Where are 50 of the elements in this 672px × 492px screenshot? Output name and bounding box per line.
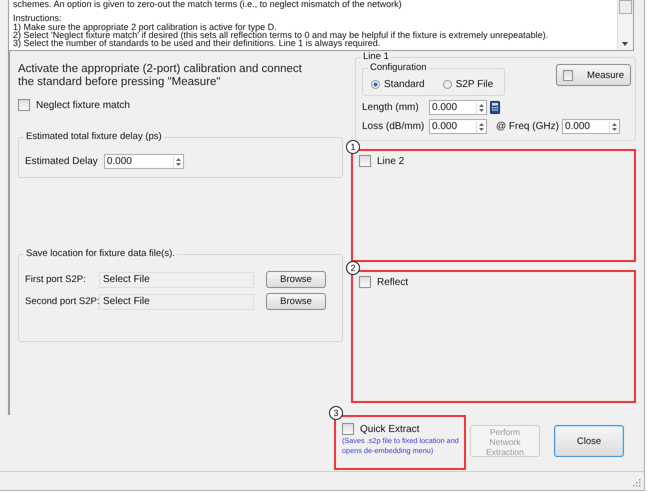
resize-grip-icon[interactable] — [633, 479, 641, 487]
checkbox-label: Neglect fixture match — [36, 100, 130, 110]
checkbox-label: Line 2 — [377, 156, 404, 166]
spin-arrows-icon[interactable] — [172, 156, 183, 168]
description-text-area[interactable] — [8, 0, 634, 51]
instruction-text: Activate the appropriate (2-port) calibration and connect the standard before pressing "Measure" — [18, 63, 303, 89]
radio-label: S2P File — [456, 79, 494, 90]
file-path-field[interactable]: Select File — [99, 272, 254, 288]
number-badge: 3 — [329, 406, 343, 420]
browse-button[interactable]: Browse — [266, 293, 326, 310]
description-line: 3) Select the number of standards to be used and their definitions. Line 1 is always required. — [13, 39, 380, 48]
description-line: schemes. An option is given to zero-out the match terms (i.e., to neglect mismatch of the network) — [13, 0, 403, 8]
description-line: Instructions: — [13, 14, 63, 23]
file-path-field[interactable]: Select File — [99, 294, 254, 310]
loss-spin-field[interactable]: 0.000 — [429, 119, 487, 134]
checkbox-label: Reflect — [377, 276, 408, 288]
spin-arrows-icon[interactable] — [476, 120, 486, 132]
radio-button[interactable] — [442, 80, 452, 89]
frequency-spin-field[interactable]: 0.000 — [562, 119, 620, 134]
field-label: Length (mm) — [362, 102, 420, 113]
field-label: Second port S2P: — [25, 296, 99, 307]
measure-button[interactable]: Measure — [556, 64, 631, 86]
field-label: Estimated Delay — [25, 156, 98, 167]
radio-label: Standard — [384, 79, 425, 90]
spin-arrows-icon[interactable] — [476, 102, 486, 114]
checkbox[interactable] — [18, 99, 30, 111]
group-title: Line 1 — [361, 51, 391, 62]
description-line: 1) Make sure the appropriate 2 port calibration is active for type D. — [13, 22, 278, 31]
checkbox[interactable] — [359, 276, 371, 288]
radio-button[interactable] — [371, 80, 380, 89]
calculator-icon[interactable] — [490, 101, 500, 114]
close-button[interactable]: Close — [554, 425, 624, 457]
delay-spin-field[interactable]: 0.000 — [104, 154, 184, 169]
field-label: Loss (dB/mm) — [362, 121, 426, 132]
group-title: Estimated total fixture delay (ps) — [24, 131, 164, 142]
length-spin-field[interactable]: 0.000 — [429, 100, 487, 115]
number-badge: 2 — [346, 261, 360, 275]
scroll-down-arrow-icon[interactable] — [622, 42, 628, 46]
scrollbar[interactable] — [617, 0, 633, 50]
checkbox-label: Quick Extract — [360, 424, 420, 434]
spin-arrows-icon[interactable] — [608, 120, 619, 132]
field-label: First port S2P: — [25, 274, 87, 285]
browse-button[interactable]: Browse — [266, 271, 326, 288]
field-label: @ Freq (GHz) — [496, 121, 559, 132]
number-badge: 1 — [346, 140, 360, 154]
group-title: Save location for fixture data file(s). — [24, 248, 177, 259]
description-line: 2) Select 'Neglect fixture match' if desired (this sets all reflection terms to 0 and may be helpful if the fixture is extremely unrepeatable). — [13, 30, 550, 40]
group-title: Configuration — [368, 62, 429, 73]
checkbox[interactable] — [342, 423, 354, 435]
checkbox[interactable] — [359, 155, 371, 167]
